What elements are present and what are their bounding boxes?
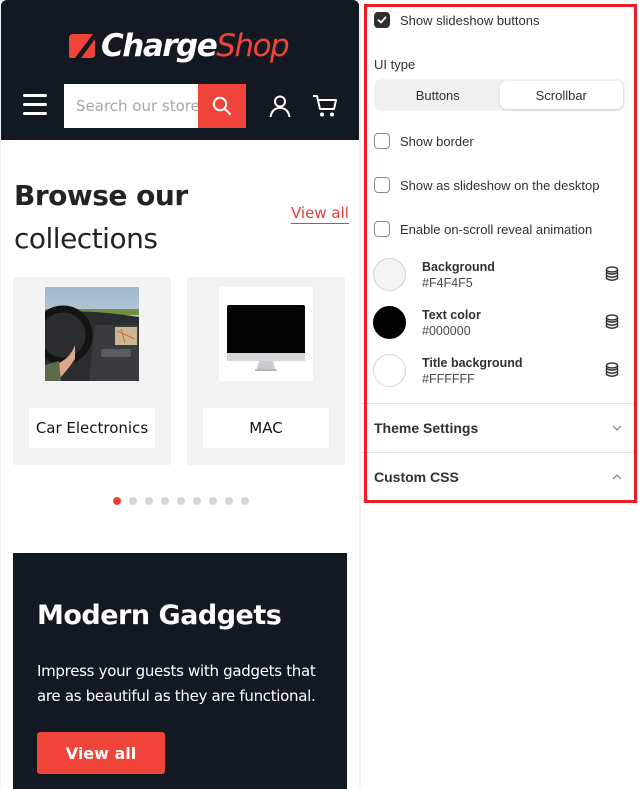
color-hex: #FFFFFF <box>422 372 475 386</box>
chevron-down-icon <box>612 425 622 431</box>
logo-text-shop: Shop <box>216 27 289 64</box>
section-theme-settings[interactable]: Theme Settings <box>361 403 639 452</box>
search-button[interactable] <box>198 84 246 128</box>
search-bar <box>64 84 246 128</box>
settings-panel <box>361 0 639 789</box>
chevron-up-icon <box>612 474 622 480</box>
promo-view-all-button[interactable]: View all <box>37 732 165 774</box>
pagination-dot[interactable] <box>225 497 233 505</box>
reveal-animation-checkbox[interactable]: Enable on-scroll reveal animation <box>374 221 592 237</box>
logo-mark-icon <box>69 34 95 58</box>
pagination-dot[interactable] <box>113 497 121 505</box>
hamburger-icon[interactable] <box>23 94 47 116</box>
database-icon[interactable] <box>605 314 619 330</box>
pagination-dot[interactable] <box>209 497 217 505</box>
pagination-dot[interactable] <box>177 497 185 505</box>
slideshow-desktop-checkbox[interactable]: Show as slideshow on the desktop <box>374 177 599 193</box>
ui-type-option-buttons[interactable]: Buttons <box>376 81 500 109</box>
color-setting-background[interactable]: Background #F4F4F5 <box>373 258 628 292</box>
show-slideshow-buttons-checkbox[interactable]: Show slideshow buttons <box>374 12 539 28</box>
color-swatch[interactable] <box>373 306 406 339</box>
car-dashboard-image <box>45 287 139 381</box>
promo-title: Modern Gadgets <box>37 600 282 631</box>
checkbox-unchecked[interactable] <box>374 133 390 149</box>
pagination-dot[interactable] <box>129 497 137 505</box>
color-swatch[interactable] <box>373 354 406 387</box>
user-icon[interactable] <box>268 94 292 118</box>
store-logo[interactable]: ChargeShop <box>69 26 290 66</box>
color-setting-text-color[interactable]: Text color #000000 <box>373 306 628 340</box>
carousel-pagination <box>113 497 249 505</box>
collection-card-car-electronics[interactable]: Car Electronics <box>13 277 171 465</box>
search-icon <box>212 96 232 116</box>
promo-text: Impress your guests with gadgets that ar… <box>37 662 316 705</box>
collection-card-label: Car Electronics <box>29 408 155 448</box>
checkbox-label: Show as slideshow on the desktop <box>400 177 600 193</box>
ui-type-label: UI type <box>374 57 416 72</box>
imac-image <box>219 287 313 381</box>
section-title: Theme Settings <box>374 420 479 436</box>
color-hex: #000000 <box>422 324 471 338</box>
checkmark-icon <box>377 16 387 24</box>
database-icon[interactable] <box>605 266 619 282</box>
database-icon[interactable] <box>605 362 619 378</box>
checkbox-label: Enable on-scroll reveal animation <box>400 221 593 237</box>
pagination-dot[interactable] <box>193 497 201 505</box>
color-name: Background <box>422 260 495 274</box>
checkbox-label: Show border <box>400 133 474 149</box>
color-setting-title-background[interactable]: Title background #FFFFFF <box>373 354 628 388</box>
collections-title: Browse our collections <box>14 174 188 260</box>
color-name: Title background <box>422 356 523 370</box>
pagination-dot[interactable] <box>241 497 249 505</box>
ui-type-segmented-control: Buttons Scrollbar <box>374 79 625 111</box>
cart-icon[interactable] <box>312 94 338 118</box>
ui-type-option-scrollbar[interactable]: Scrollbar <box>499 81 623 109</box>
checkbox-label: Show slideshow buttons <box>400 12 540 28</box>
pagination-dot[interactable] <box>161 497 169 505</box>
color-hex: #F4F4F5 <box>422 276 473 290</box>
checkbox-unchecked[interactable] <box>374 221 390 237</box>
color-swatch[interactable] <box>373 258 406 291</box>
pagination-dot[interactable] <box>145 497 153 505</box>
search-input[interactable] <box>64 84 198 128</box>
checkbox-unchecked[interactable] <box>374 177 390 193</box>
view-all-collections-link[interactable]: View all <box>291 204 349 224</box>
collection-card-mac[interactable]: MAC <box>187 277 345 465</box>
section-custom-css[interactable]: Custom CSS <box>361 452 639 501</box>
color-name: Text color <box>422 308 481 322</box>
show-border-checkbox[interactable]: Show border <box>374 133 474 149</box>
collections-title-bold: Browse our <box>14 179 188 212</box>
store-preview: ChargeShop Search our store Browse our c… <box>1 0 359 789</box>
collection-card-label: MAC <box>203 408 329 448</box>
collections-title-light: collections <box>14 222 158 255</box>
logo-text-charge: Charge <box>101 27 218 64</box>
section-title: Custom CSS <box>374 469 459 485</box>
store-header: ChargeShop <box>1 0 359 140</box>
promo-banner: Modern Gadgets Impress your guests with … <box>13 553 347 789</box>
checkbox-checked[interactable] <box>374 12 390 28</box>
